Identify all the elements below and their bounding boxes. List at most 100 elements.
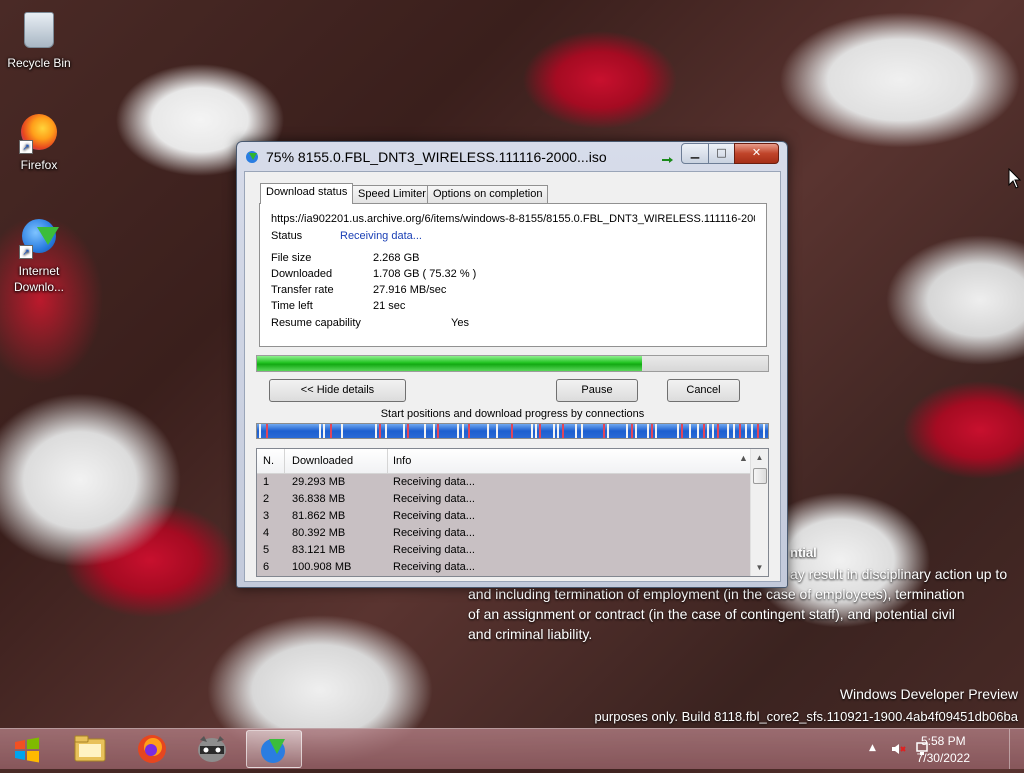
close-button[interactable]: ✕ bbox=[734, 143, 779, 164]
watermark-title: Windows Developer Preview bbox=[839, 686, 1018, 702]
clock-date: 7/30/2022 bbox=[916, 751, 970, 765]
connection-marker bbox=[575, 424, 577, 438]
start-button[interactable] bbox=[4, 730, 50, 768]
cancel-button[interactable]: Cancel bbox=[667, 379, 740, 402]
connection-marker bbox=[626, 424, 628, 438]
sort-arrow-icon: ▲ bbox=[739, 453, 748, 463]
connection-marker bbox=[757, 424, 759, 438]
maximize-icon: □ bbox=[716, 146, 727, 159]
cell-downloaded: 100.908 MB bbox=[292, 561, 352, 573]
volume-muted-icon[interactable] bbox=[890, 741, 906, 760]
cell-downloaded: 81.862 MB bbox=[292, 510, 346, 522]
connections-progress-bar bbox=[256, 423, 769, 439]
table-row[interactable]: 4 80.392 MB Receiving data... bbox=[257, 525, 751, 542]
status-value: Receiving data... bbox=[340, 230, 422, 242]
mouse-cursor-icon bbox=[1008, 168, 1022, 189]
download-globe-icon bbox=[246, 151, 258, 163]
taskbar-item-firefox[interactable] bbox=[124, 730, 180, 768]
time-left-value: 21 sec bbox=[373, 300, 406, 312]
windows-logo-icon bbox=[15, 737, 39, 763]
table-scrollbar[interactable]: ▲ ▼ bbox=[750, 449, 768, 576]
connection-marker bbox=[733, 424, 735, 438]
column-header-downloaded[interactable]: Downloaded bbox=[292, 455, 353, 467]
minimize-to-tray-icon[interactable] bbox=[661, 151, 675, 163]
connection-marker bbox=[259, 424, 261, 438]
connections-label: Start positions and download progress by… bbox=[380, 408, 645, 420]
pause-button[interactable]: Pause bbox=[556, 379, 638, 402]
connection-marker bbox=[707, 424, 709, 438]
connection-marker bbox=[631, 424, 633, 438]
taskbar: ▲ 5:58 PM 7/30/2022 bbox=[0, 728, 1024, 769]
cell-number: 5 bbox=[263, 544, 270, 556]
tab-speed-limiter[interactable]: Speed Limiter bbox=[352, 185, 432, 203]
tab-download-status[interactable]: Download status bbox=[260, 183, 354, 204]
firefox-icon: ↗ bbox=[19, 114, 59, 154]
desktop-icon-firefox[interactable]: ↗ Firefox bbox=[3, 112, 75, 172]
connection-marker bbox=[496, 424, 498, 438]
scrollbar-thumb[interactable] bbox=[753, 468, 767, 484]
desktop-icon-recycle-bin[interactable]: Recycle Bin bbox=[3, 8, 75, 70]
shortcut-arrow-icon: ↗ bbox=[19, 140, 33, 154]
desktop-icon-internet-download-manager[interactable]: ↗ Internet Downlo... bbox=[3, 216, 75, 295]
connection-marker bbox=[375, 424, 377, 438]
connection-marker bbox=[462, 424, 464, 438]
connection-marker bbox=[323, 424, 325, 438]
connection-marker bbox=[677, 424, 679, 438]
cell-info: Receiving data... bbox=[393, 544, 475, 556]
maximize-button[interactable]: □ bbox=[708, 143, 735, 164]
download-url: https://ia902201.us.archive.org/6/items/… bbox=[271, 213, 755, 225]
download-window: 75% 8155.0.FBL_DNT3_WIRELESS.111116-2000… bbox=[236, 141, 788, 588]
desktop-icon-label: Internet Downlo... bbox=[13, 264, 65, 294]
cell-info: Receiving data... bbox=[393, 510, 475, 522]
show-hidden-icons-button[interactable]: ▲ bbox=[869, 743, 876, 753]
connection-marker bbox=[655, 424, 657, 438]
resume-capability-value: Yes bbox=[451, 317, 469, 329]
table-row[interactable]: 2 36.838 MB Receiving data... bbox=[257, 491, 751, 508]
cell-downloaded: 80.392 MB bbox=[292, 527, 346, 539]
column-header-n[interactable]: N. bbox=[263, 455, 274, 467]
scroll-down-icon[interactable]: ▼ bbox=[751, 559, 768, 576]
watermark-build: purposes only. Build 8118.fbl_core2_sfs.… bbox=[594, 709, 1018, 724]
cell-downloaded: 29.293 MB bbox=[292, 476, 346, 488]
cell-info: Receiving data... bbox=[393, 527, 475, 539]
taskbar-item-raccoon-app[interactable] bbox=[184, 730, 240, 768]
table-row[interactable]: 6 100.908 MB Receiving data... bbox=[257, 559, 751, 576]
window-titlebar[interactable]: 75% 8155.0.FBL_DNT3_WIRELESS.111116-2000… bbox=[237, 142, 787, 172]
tab-options-on-completion[interactable]: Options on completion bbox=[427, 185, 549, 203]
scroll-up-icon[interactable]: ▲ bbox=[751, 449, 768, 466]
download-progress-fill bbox=[257, 356, 642, 371]
connection-marker bbox=[607, 424, 609, 438]
minimize-button[interactable]: ▁ bbox=[681, 143, 709, 164]
notice-text-fragment: ntial bbox=[790, 545, 817, 560]
connection-marker bbox=[763, 424, 765, 438]
cell-number: 6 bbox=[263, 561, 270, 573]
connection-marker bbox=[581, 424, 583, 438]
connection-marker bbox=[557, 424, 559, 438]
taskbar-item-internet-download-manager[interactable] bbox=[246, 730, 302, 768]
hide-details-button[interactable]: << Hide details bbox=[269, 379, 406, 402]
show-desktop-button[interactable] bbox=[1009, 729, 1024, 769]
table-row[interactable]: 1 29.293 MB Receiving data... bbox=[257, 474, 751, 491]
connection-marker bbox=[424, 424, 426, 438]
table-row[interactable]: 3 81.862 MB Receiving data... bbox=[257, 508, 751, 525]
connection-marker bbox=[745, 424, 747, 438]
connection-marker bbox=[330, 424, 332, 438]
download-status-panel: https://ia902201.us.archive.org/6/items/… bbox=[259, 203, 767, 347]
taskbar-item-file-explorer[interactable] bbox=[62, 730, 118, 768]
close-icon: ✕ bbox=[751, 146, 762, 159]
cell-number: 2 bbox=[263, 493, 270, 505]
connection-marker bbox=[531, 424, 533, 438]
connection-marker bbox=[562, 424, 564, 438]
resume-capability-label: Resume capability bbox=[271, 317, 361, 329]
notice-text-line: and criminal liability. bbox=[468, 626, 593, 642]
table-body: 1 29.293 MB Receiving data... 2 36.838 MB Rec… bbox=[257, 474, 751, 576]
column-header-info[interactable]: Info bbox=[393, 455, 411, 467]
taskbar-clock[interactable]: 5:58 PM 7/30/2022 bbox=[917, 733, 970, 767]
connection-marker bbox=[341, 424, 343, 438]
time-left-label: Time left bbox=[271, 300, 313, 312]
table-row[interactable]: 5 83.121 MB Receiving data... bbox=[257, 542, 751, 559]
connection-marker bbox=[703, 424, 705, 438]
notice-text-line: and including termination of employment … bbox=[468, 586, 965, 602]
connection-marker bbox=[739, 424, 741, 438]
notice-text-line: of an assignment or contract (in the cas… bbox=[468, 606, 955, 622]
